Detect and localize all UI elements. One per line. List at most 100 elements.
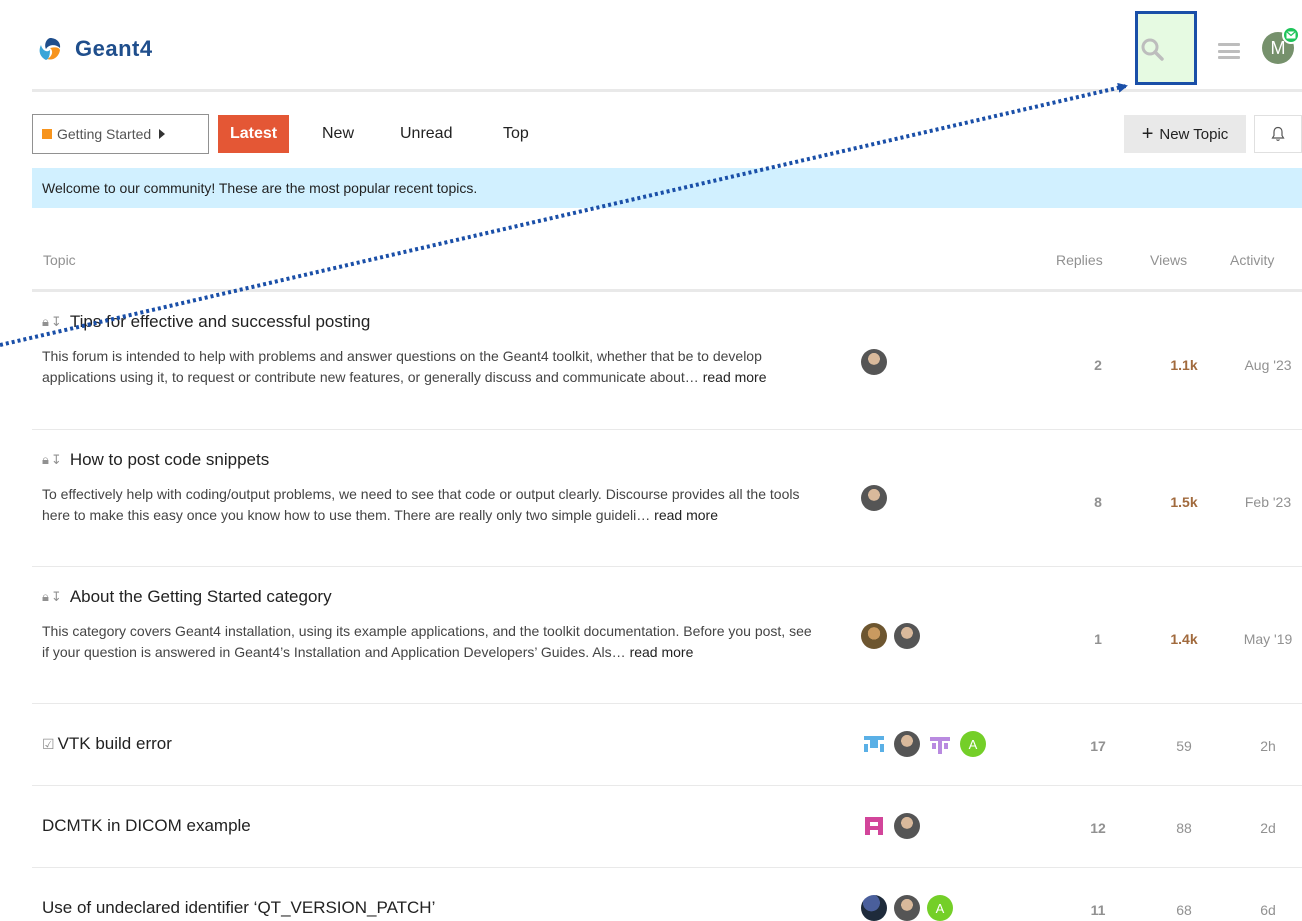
avatar-letter: A — [935, 900, 945, 916]
lock-pin-icons: 🔒︎↧ — [42, 314, 64, 329]
avatar-letter: A — [968, 736, 978, 752]
read-more-link[interactable]: read more — [703, 369, 767, 385]
tab-top[interactable]: Top — [503, 115, 529, 153]
topic-excerpt: This forum is intended to help with prob… — [42, 346, 822, 388]
topic-row[interactable]: ☑ VTK build error A 17 59 2h — [32, 704, 1302, 786]
plus-icon: + — [1141, 123, 1154, 145]
poster-avatar[interactable] — [894, 813, 920, 839]
poster-avatar[interactable] — [861, 349, 887, 375]
activity-time[interactable]: 2h — [1228, 738, 1302, 754]
topic-row[interactable]: 🔒︎↧ Tips for effective and successful po… — [32, 292, 1302, 430]
category-dropdown[interactable]: Getting Started — [32, 114, 209, 154]
views-count: 1.5k — [1170, 494, 1198, 510]
notifications-button[interactable] — [1254, 115, 1302, 153]
tab-top-label: Top — [503, 125, 529, 142]
new-topic-button[interactable]: + New Topic — [1124, 115, 1246, 153]
poster-avatar[interactable] — [861, 731, 887, 757]
activity-time[interactable]: Aug '23 — [1228, 357, 1302, 373]
hamburger-menu-icon[interactable] — [1218, 40, 1240, 62]
views-count: 59 — [1176, 738, 1192, 754]
column-header-topic[interactable]: Topic — [43, 252, 76, 268]
welcome-banner-text: Welcome to our community! These are the … — [42, 180, 478, 196]
replies-count: 11 — [1090, 902, 1106, 918]
replies-count: 2 — [1094, 357, 1102, 373]
topic-title-row: Use of undeclared identifier ‘QT_VERSION… — [42, 898, 435, 918]
tab-latest-label: Latest — [230, 125, 278, 142]
poster-avatar[interactable] — [894, 895, 920, 921]
search-icon — [1141, 38, 1164, 61]
topic-title-row: 🔒︎↧ About the Getting Started category — [42, 587, 332, 607]
poster-avatar[interactable]: A — [927, 895, 953, 921]
poster-avatar[interactable]: A — [960, 731, 986, 757]
topic-row[interactable]: 🔒︎↧ How to post code snippets To effecti… — [32, 430, 1302, 567]
topic-posters — [861, 813, 927, 839]
poster-avatar[interactable] — [894, 623, 920, 649]
caret-right-icon — [159, 129, 166, 139]
topic-row[interactable]: DCMTK in DICOM example 12 88 2d — [32, 786, 1302, 868]
views-count: 68 — [1176, 902, 1192, 918]
replies-count: 1 — [1094, 631, 1102, 647]
topic-title-row: DCMTK in DICOM example — [42, 816, 251, 836]
topic-title-link[interactable]: Tips for effective and successful postin… — [70, 312, 371, 332]
tab-unread-label: Unread — [400, 125, 453, 142]
tab-new[interactable]: New — [322, 115, 354, 153]
site-logo[interactable]: Geant4 — [37, 36, 153, 62]
topic-title-link[interactable]: DCMTK in DICOM example — [42, 816, 251, 836]
geant4-logo-icon — [39, 38, 61, 60]
solved-checkbox-icon: ☑ — [42, 735, 55, 752]
views-count: 1.4k — [1170, 631, 1198, 647]
topic-title-row: 🔒︎↧ Tips for effective and successful po… — [42, 312, 370, 332]
tab-latest[interactable]: Latest — [218, 115, 290, 153]
topic-title-row: 🔒︎↧ How to post code snippets — [42, 450, 269, 470]
topic-excerpt-text: This category covers Geant4 installation… — [42, 623, 812, 660]
bell-icon — [1271, 126, 1285, 141]
topic-posters — [861, 623, 927, 649]
activity-time[interactable]: 6d — [1228, 902, 1302, 918]
replies-count: 12 — [1090, 820, 1106, 836]
topic-title-link[interactable]: Use of undeclared identifier ‘QT_VERSION… — [42, 898, 435, 918]
welcome-banner: Welcome to our community! These are the … — [32, 168, 1302, 208]
mail-badge-icon — [1282, 26, 1300, 44]
topic-nav-bar: Getting Started Latest New Unread Top + … — [32, 112, 1302, 154]
logo-wordmark: Geant4 — [75, 36, 153, 61]
topic-title-link[interactable]: About the Getting Started category — [70, 587, 332, 607]
poster-avatar[interactable] — [861, 813, 887, 839]
tab-unread[interactable]: Unread — [400, 115, 452, 153]
column-header-replies[interactable]: Replies — [1056, 252, 1103, 268]
category-dropdown-label: Getting Started — [57, 126, 152, 142]
topic-title-link[interactable]: How to post code snippets — [70, 450, 269, 470]
topic-posters — [861, 485, 894, 511]
poster-avatar[interactable] — [861, 623, 887, 649]
topic-excerpt: To effectively help with coding/output p… — [42, 484, 822, 526]
poster-avatar[interactable] — [861, 485, 887, 511]
topic-title-link[interactable]: VTK build error — [58, 734, 172, 754]
poster-avatar[interactable] — [894, 731, 920, 757]
activity-time[interactable]: May '19 — [1228, 631, 1302, 647]
views-count: 1.1k — [1170, 357, 1198, 373]
topic-excerpt: This category covers Geant4 installation… — [42, 621, 822, 663]
activity-time[interactable]: 2d — [1228, 820, 1302, 836]
column-header-views[interactable]: Views — [1150, 252, 1187, 268]
topic-posters: A — [861, 731, 993, 757]
poster-avatar[interactable] — [927, 731, 953, 757]
replies-count: 8 — [1094, 494, 1102, 510]
column-header-activity[interactable]: Activity — [1230, 252, 1274, 268]
views-count: 88 — [1176, 820, 1192, 836]
topic-row[interactable]: Use of undeclared identifier ‘QT_VERSION… — [32, 868, 1302, 921]
topic-row[interactable]: 🔒︎↧ About the Getting Started category T… — [32, 567, 1302, 704]
topic-title-row: ☑ VTK build error — [42, 734, 172, 754]
site-header: Geant4 — [32, 0, 1302, 92]
lock-pin-icons: 🔒︎↧ — [42, 589, 64, 604]
lock-pin-icons: 🔒︎↧ — [42, 452, 64, 467]
read-more-link[interactable]: read more — [654, 507, 718, 523]
replies-count: 17 — [1090, 738, 1106, 754]
poster-avatar[interactable] — [861, 895, 887, 921]
activity-time[interactable]: Feb '23 — [1228, 494, 1302, 510]
search-button[interactable] — [1136, 31, 1168, 67]
topic-posters: A — [861, 895, 960, 921]
tab-new-label: New — [322, 125, 355, 142]
new-topic-label: New Topic — [1159, 125, 1229, 143]
read-more-link[interactable]: read more — [630, 644, 694, 660]
category-color-swatch — [42, 129, 52, 139]
topic-posters — [861, 349, 894, 375]
